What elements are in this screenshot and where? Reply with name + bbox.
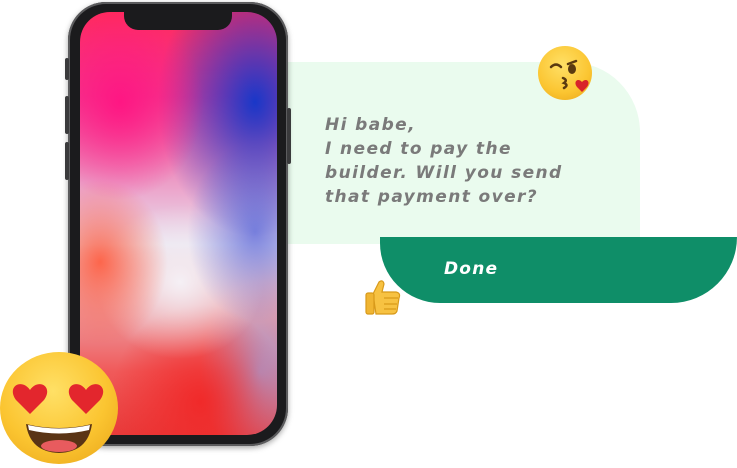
phone-mute-switch xyxy=(65,58,69,80)
incoming-message-text: Hi babe, I need to pay the builder. Will… xyxy=(325,113,625,209)
thumbs-up-emoji-icon xyxy=(363,278,403,316)
incoming-line-2: I need to pay the xyxy=(325,139,512,159)
heart-eyes-emoji-icon xyxy=(0,352,118,464)
outgoing-message-text: Done xyxy=(444,259,499,279)
kissing-face-emoji-icon xyxy=(538,46,592,100)
phone-notch xyxy=(124,12,232,30)
chat-illustration: Hi babe, I need to pay the builder. Will… xyxy=(0,0,737,468)
incoming-line-1: Hi babe, xyxy=(325,115,416,135)
phone-side-button xyxy=(287,108,291,164)
phone-volume-down xyxy=(65,142,69,180)
phone-volume-up xyxy=(65,96,69,134)
incoming-line-4: that payment over? xyxy=(325,187,539,207)
incoming-line-3: builder. Will you send xyxy=(325,163,563,183)
